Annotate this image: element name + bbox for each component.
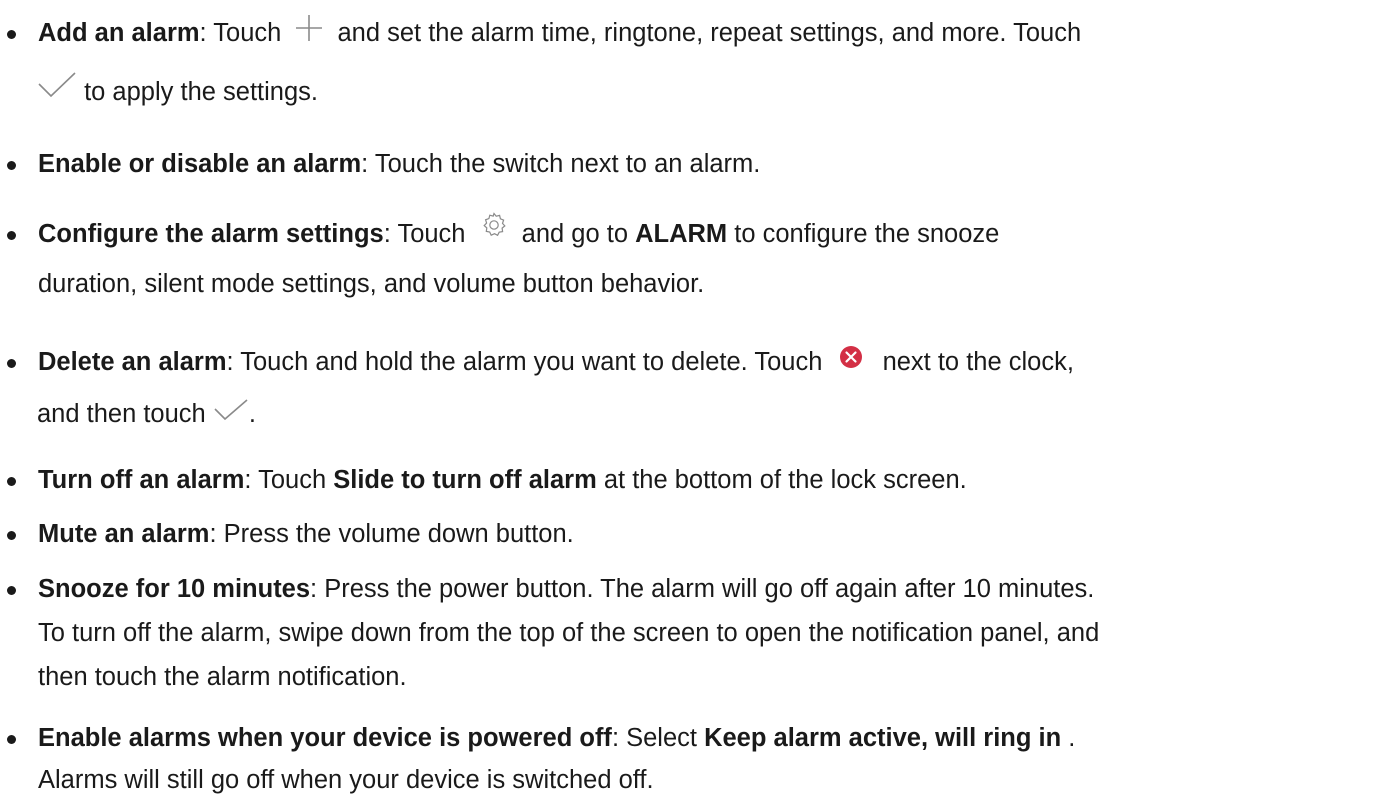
- line: Snooze for 10 minutes: Press the power b…: [38, 575, 1095, 603]
- item-title: Snooze for 10 minutes: [38, 575, 311, 603]
- bullet: [7, 735, 16, 744]
- item-title: Add an alarm: [38, 19, 200, 47]
- delete-circle-icon: [839, 345, 863, 369]
- list-item-add-alarm: Add an alarm: Touch and set the alarm ti…: [0, 8, 1383, 117]
- line: Enable or disable an alarm: Touch the sw…: [38, 150, 761, 178]
- line: and then touch .: [37, 398, 256, 428]
- line: Delete an alarm: Touch and hold the alar…: [38, 337, 1383, 387]
- bullet: [7, 30, 16, 39]
- list-item-mute: Mute an alarm: Press the volume down but…: [0, 509, 1383, 559]
- bullet: [7, 161, 16, 170]
- gear-icon: [481, 212, 507, 238]
- item-title: Mute an alarm: [38, 520, 210, 548]
- list-item-snooze: Snooze for 10 minutes: Press the power b…: [0, 564, 1383, 702]
- checkmark-icon: [37, 71, 77, 99]
- list-item-powered-off: Enable alarms when your device is powere…: [0, 713, 1383, 805]
- bullet: [7, 586, 16, 595]
- item-title: Enable or disable an alarm: [38, 150, 362, 178]
- bullet: [7, 359, 16, 368]
- line: Turn off an alarm: Touch Slide to turn o…: [38, 466, 967, 494]
- list-item-configure-settings: Configure the alarm settings: Touch and …: [0, 209, 1383, 309]
- line: Configure the alarm settings: Touch and …: [38, 209, 1383, 259]
- line: Add an alarm: Touch and set the alarm ti…: [38, 8, 1383, 58]
- item-title: Turn off an alarm: [38, 466, 245, 494]
- item-title: Delete an alarm: [38, 348, 227, 376]
- item-title: Enable alarms when your device is powere…: [38, 724, 612, 752]
- bullet: [7, 231, 16, 240]
- checkmark-icon: [213, 398, 249, 422]
- list-item-turn-off: Turn off an alarm: Touch Slide to turn o…: [0, 455, 1383, 505]
- line: to apply the settings.: [37, 67, 1383, 117]
- bullet: [7, 477, 16, 486]
- list-item-delete-alarm: Delete an alarm: Touch and hold the alar…: [0, 337, 1383, 439]
- plus-icon: [294, 13, 324, 43]
- line: duration, silent mode settings, and volu…: [38, 270, 705, 298]
- line: then touch the alarm notification.: [38, 663, 407, 691]
- item-title: Configure the alarm settings: [38, 220, 384, 248]
- bullet: [7, 531, 16, 540]
- line: To turn off the alarm, swipe down from t…: [38, 619, 1100, 647]
- line: Mute an alarm: Press the volume down but…: [38, 520, 574, 548]
- list-item-enable-disable: Enable or disable an alarm: Touch the sw…: [0, 139, 1383, 189]
